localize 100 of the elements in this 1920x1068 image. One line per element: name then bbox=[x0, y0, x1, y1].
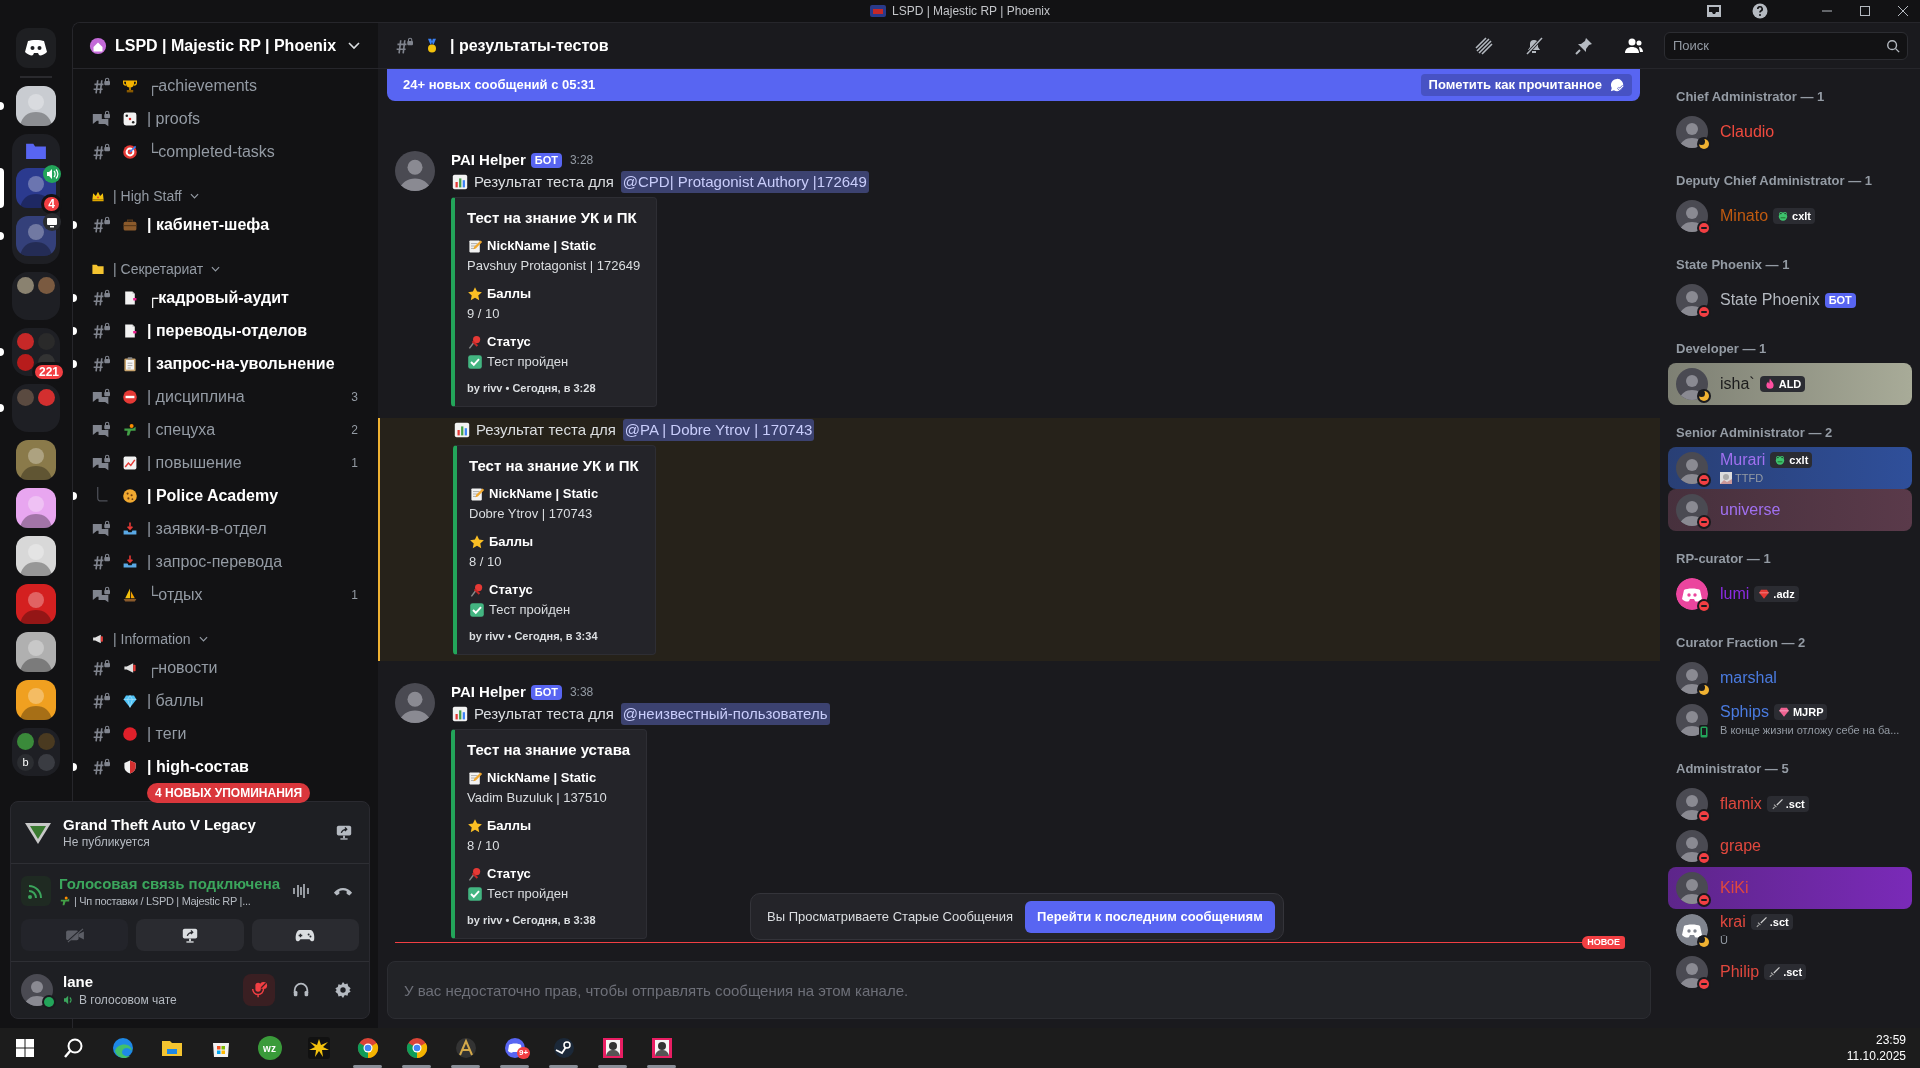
channel-name[interactable]: | Police Academy bbox=[147, 483, 358, 508]
server-folder[interactable] bbox=[12, 328, 60, 376]
inbox-icon bbox=[122, 520, 138, 537]
user-mention[interactable]: @PA | Dobre Ytrov | 170743 bbox=[622, 418, 815, 442]
server-name[interactable]: LSPD | Majestic RP | Phoenix bbox=[115, 33, 340, 58]
user-mention[interactable]: @неизвестный-пользователь bbox=[620, 702, 830, 726]
server-icon[interactable] bbox=[16, 86, 56, 126]
member-name[interactable]: marshal bbox=[1720, 668, 1777, 688]
tag-text: .sct bbox=[1785, 796, 1805, 812]
voice-channel[interactable]: | Чп поставки / LSPD | Majestic RP |... bbox=[74, 892, 251, 909]
locked-forum-icon bbox=[91, 387, 111, 406]
server-icon[interactable] bbox=[16, 488, 56, 528]
channel-name[interactable]: | дисциплина bbox=[147, 384, 352, 409]
search-icon bbox=[1886, 38, 1900, 53]
member-name[interactable]: flamix bbox=[1720, 794, 1762, 814]
member-name[interactable]: Minato bbox=[1720, 206, 1769, 226]
settings-icon[interactable] bbox=[334, 981, 352, 999]
member-name[interactable]: Claudio bbox=[1720, 122, 1775, 142]
channel-name[interactable]: | баллы bbox=[147, 688, 358, 713]
star-icon bbox=[467, 818, 483, 834]
mark-as-read-button[interactable]: Пометить как прочитанное bbox=[1420, 74, 1632, 96]
share-screen-icon[interactable] bbox=[335, 823, 353, 841]
a-letter-icon[interactable] bbox=[453, 1036, 478, 1060]
microphone-button[interactable] bbox=[243, 974, 275, 1006]
member-name[interactable]: Sphips bbox=[1720, 701, 1769, 722]
channel-name[interactable]: ┌achievements bbox=[147, 73, 358, 98]
member-nameplate[interactable]: Murari cxlt TTFD bbox=[1668, 447, 1912, 489]
field-name: Статус bbox=[489, 581, 533, 599]
channel-name[interactable]: | переводы-отделов bbox=[147, 318, 358, 343]
home-button[interactable] bbox=[16, 28, 56, 68]
server-icon[interactable] bbox=[16, 632, 56, 672]
new-mentions-pill[interactable]: 4 НОВЫХ УПОМИНАНИЯ bbox=[147, 783, 311, 803]
field-name: Статус bbox=[487, 333, 531, 351]
channel-name[interactable]: | заявки-в-отдел bbox=[147, 516, 358, 541]
member-name[interactable]: krai bbox=[1720, 911, 1746, 932]
channel-name[interactable]: | кабинет-шефа bbox=[147, 212, 358, 237]
new-messages-banner-text[interactable]: 24+ новых сообщений с 05:31 bbox=[403, 75, 1421, 95]
channel-name[interactable]: | спецуха bbox=[147, 417, 352, 442]
server-icon[interactable] bbox=[16, 680, 56, 720]
message-author[interactable]: PAI Helper bbox=[451, 680, 526, 704]
category-name[interactable]: | High Staff bbox=[113, 185, 182, 207]
server-folder[interactable]: b bbox=[12, 728, 60, 776]
browser-icon[interactable] bbox=[355, 1036, 380, 1060]
jump-to-present-button[interactable]: Перейти к последним сообщениям bbox=[1025, 900, 1275, 933]
browser-icon[interactable] bbox=[110, 1036, 135, 1060]
username[interactable]: lane bbox=[63, 971, 233, 991]
channel-name[interactable]: | теги bbox=[147, 721, 358, 746]
member-name[interactable]: State Phoenix bbox=[1720, 290, 1820, 310]
server-icon[interactable] bbox=[16, 536, 56, 576]
avatar bbox=[1676, 494, 1708, 526]
burst-icon[interactable] bbox=[306, 1036, 331, 1060]
channel-name[interactable]: | запрос-перевода bbox=[147, 549, 358, 574]
help-icon[interactable] bbox=[1752, 3, 1768, 19]
mic-muted-icon bbox=[250, 981, 268, 999]
member-name[interactable]: isha` bbox=[1720, 374, 1755, 394]
check-icon bbox=[469, 602, 485, 618]
member-name[interactable]: Philip bbox=[1720, 962, 1760, 982]
channel-name[interactable]: ┌новости bbox=[147, 655, 358, 680]
maximize-icon[interactable] bbox=[1860, 6, 1870, 16]
close-icon[interactable] bbox=[1898, 6, 1908, 16]
channel-name[interactable]: └completed-tasks bbox=[147, 139, 358, 164]
member-name[interactable]: grape bbox=[1720, 836, 1761, 856]
avatar bbox=[1676, 368, 1708, 400]
member-activity: TTFD bbox=[1735, 470, 1764, 486]
voice-control-button[interactable] bbox=[136, 919, 244, 951]
user-mention[interactable]: @CPD| Protagonist Authory |172649 bbox=[620, 170, 869, 194]
voice-control-button[interactable] bbox=[251, 919, 359, 951]
unread-count: 2 bbox=[351, 421, 358, 439]
channel-name[interactable]: └отдых bbox=[147, 582, 352, 607]
browser-icon[interactable] bbox=[404, 1036, 429, 1060]
avatar bbox=[395, 683, 435, 723]
search-field[interactable]: Поиск bbox=[1664, 31, 1908, 60]
chevron-down-icon[interactable] bbox=[348, 41, 360, 50]
threads-icon[interactable] bbox=[1474, 35, 1494, 56]
member-nameplate[interactable]: isha` ALD bbox=[1668, 363, 1912, 405]
pin-icon[interactable] bbox=[1574, 35, 1594, 56]
channel-name[interactable]: ┌кадровый-аудит bbox=[147, 285, 358, 310]
voice-icon bbox=[63, 994, 75, 1005]
game-launcher-icon[interactable] bbox=[551, 1036, 576, 1060]
channel-name[interactable]: | proofs bbox=[147, 106, 358, 131]
inbox-icon[interactable] bbox=[1706, 3, 1722, 19]
headphones-icon[interactable] bbox=[292, 981, 310, 999]
server-icon[interactable] bbox=[16, 440, 56, 480]
category-name[interactable]: | Секретариат bbox=[113, 258, 204, 280]
activity-title: Grand Theft Auto V Legacy bbox=[63, 814, 257, 834]
message-author[interactable]: PAI Helper bbox=[451, 148, 526, 172]
channel-name[interactable]: | запрос-на-увольнение bbox=[147, 351, 358, 376]
avatar bbox=[1676, 662, 1708, 694]
channel-name[interactable]: | high-состав bbox=[147, 754, 358, 779]
app-icon[interactable]: wz bbox=[257, 1036, 282, 1060]
category-name[interactable]: | Information bbox=[113, 628, 191, 650]
channel-name[interactable]: | повышение bbox=[147, 450, 352, 475]
locked-forum-icon bbox=[91, 453, 111, 472]
voice-status[interactable]: Голосовая связь подключена bbox=[59, 873, 283, 893]
check-icon bbox=[467, 354, 483, 370]
camera-off-icon bbox=[64, 927, 85, 943]
notifications-muted-icon[interactable] bbox=[1524, 35, 1544, 56]
toast-text: Вы Просматриваете Старые Сообщения bbox=[767, 907, 1014, 926]
locked-channel-icon bbox=[91, 215, 111, 234]
disconnect-icon[interactable] bbox=[333, 885, 353, 898]
